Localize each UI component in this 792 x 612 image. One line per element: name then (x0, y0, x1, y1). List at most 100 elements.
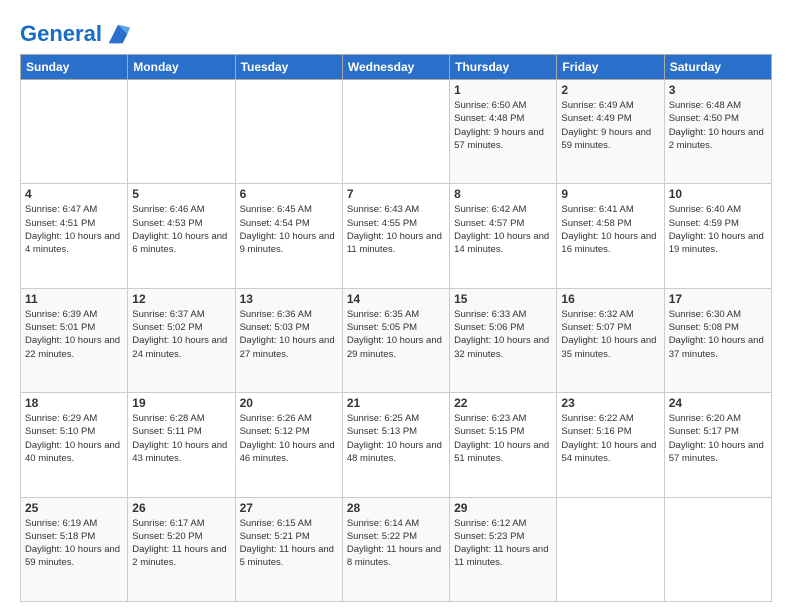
day-info: Sunrise: 6:40 AM Sunset: 4:59 PM Dayligh… (669, 203, 767, 256)
day-info: Sunrise: 6:39 AM Sunset: 5:01 PM Dayligh… (25, 308, 123, 361)
weekday-header-wednesday: Wednesday (342, 55, 449, 80)
day-info: Sunrise: 6:15 AM Sunset: 5:21 PM Dayligh… (240, 517, 338, 570)
day-info: Sunrise: 6:45 AM Sunset: 4:54 PM Dayligh… (240, 203, 338, 256)
day-info: Sunrise: 6:29 AM Sunset: 5:10 PM Dayligh… (25, 412, 123, 465)
calendar-cell: 18Sunrise: 6:29 AM Sunset: 5:10 PM Dayli… (21, 393, 128, 497)
calendar-cell: 6Sunrise: 6:45 AM Sunset: 4:54 PM Daylig… (235, 184, 342, 288)
calendar-cell (664, 497, 771, 601)
day-info: Sunrise: 6:41 AM Sunset: 4:58 PM Dayligh… (561, 203, 659, 256)
weekday-header-row: SundayMondayTuesdayWednesdayThursdayFrid… (21, 55, 772, 80)
logo-icon (104, 20, 132, 48)
calendar-cell: 17 Sunrise: 6:30 AM Sunset: 5:08 PM Dayli… (664, 288, 771, 392)
day-info: Sunrise: 6:25 AM Sunset: 5:13 PM Dayligh… (347, 412, 445, 465)
day-number: 1 (454, 83, 552, 97)
day-number: 7 (347, 187, 445, 201)
calendar-cell: 3 Sunrise: 6:48 AM Sunset: 4:50 PM Daylig… (664, 80, 771, 184)
header: General (20, 16, 772, 44)
day-number: 13 (240, 292, 338, 306)
day-number: 26 (132, 501, 230, 515)
calendar-cell: 24 Sunrise: 6:20 AM Sunset: 5:17 PM Dayli… (664, 393, 771, 497)
day-info: Sunrise: 6:35 AM Sunset: 5:05 PM Dayligh… (347, 308, 445, 361)
calendar-cell: 28Sunrise: 6:14 AM Sunset: 5:22 PM Dayli… (342, 497, 449, 601)
day-info: Sunrise: 6:14 AM Sunset: 5:22 PM Dayligh… (347, 517, 445, 570)
calendar-cell: 15 Sunrise: 6:33 AM Sunset: 5:06 PM Dayli… (450, 288, 557, 392)
day-info: Sunrise: 6:37 AM Sunset: 5:02 PM Dayligh… (132, 308, 230, 361)
day-number: 27 (240, 501, 338, 515)
day-info: Sunrise: 6:12 AM Sunset: 5:23 PM Dayligh… (454, 517, 552, 570)
logo: General (20, 20, 132, 44)
weekday-header-saturday: Saturday (664, 55, 771, 80)
day-info: Sunrise: 6:46 AM Sunset: 4:53 PM Dayligh… (132, 203, 230, 256)
calendar-cell: 23 Sunrise: 6:22 AM Sunset: 5:16 PM Dayli… (557, 393, 664, 497)
calendar-cell: 11 Sunrise: 6:39 AM Sunset: 5:01 PM Dayli… (21, 288, 128, 392)
calendar-cell: 20 Sunrise: 6:26 AM Sunset: 5:12 PM Dayli… (235, 393, 342, 497)
day-number: 25 (25, 501, 123, 515)
calendar-cell: 7 Sunrise: 6:43 AM Sunset: 4:55 PM Daylig… (342, 184, 449, 288)
weekday-header-thursday: Thursday (450, 55, 557, 80)
weekday-header-friday: Friday (557, 55, 664, 80)
calendar-cell (128, 80, 235, 184)
calendar-cell: 4 Sunrise: 6:47 AM Sunset: 4:51 PM Daylig… (21, 184, 128, 288)
calendar-cell: 13 Sunrise: 6:36 AM Sunset: 5:03 PM Dayli… (235, 288, 342, 392)
day-number: 23 (561, 396, 659, 410)
weekday-header-monday: Monday (128, 55, 235, 80)
day-info: Sunrise: 6:50 AM Sunset: 4:48 PM Dayligh… (454, 99, 552, 152)
day-number: 15 (454, 292, 552, 306)
day-number: 5 (132, 187, 230, 201)
calendar-cell: 19 Sunrise: 6:28 AM Sunset: 5:11 PM Dayli… (128, 393, 235, 497)
day-info: Sunrise: 6:43 AM Sunset: 4:55 PM Dayligh… (347, 203, 445, 256)
calendar-week-row: 4 Sunrise: 6:47 AM Sunset: 4:51 PM Daylig… (21, 184, 772, 288)
day-info: Sunrise: 6:17 AM Sunset: 5:20 PM Dayligh… (132, 517, 230, 570)
day-number: 17 (669, 292, 767, 306)
day-number: 11 (25, 292, 123, 306)
calendar-cell: 9 Sunrise: 6:41 AM Sunset: 4:58 PM Daylig… (557, 184, 664, 288)
calendar-cell: 2 Sunrise: 6:49 AM Sunset: 4:49 PM Daylig… (557, 80, 664, 184)
day-number: 29 (454, 501, 552, 515)
day-info: Sunrise: 6:48 AM Sunset: 4:50 PM Dayligh… (669, 99, 767, 152)
calendar-cell: 25 Sunrise: 6:19 AM Sunset: 5:18 PM Dayli… (21, 497, 128, 601)
day-info: Sunrise: 6:33 AM Sunset: 5:06 PM Dayligh… (454, 308, 552, 361)
day-info: Sunrise: 6:20 AM Sunset: 5:17 PM Dayligh… (669, 412, 767, 465)
calendar-cell: 1 Sunrise: 6:50 AM Sunset: 4:48 PM Daylig… (450, 80, 557, 184)
day-info: Sunrise: 6:30 AM Sunset: 5:08 PM Dayligh… (669, 308, 767, 361)
day-info: Sunrise: 6:22 AM Sunset: 5:16 PM Dayligh… (561, 412, 659, 465)
day-number: 24 (669, 396, 767, 410)
day-number: 22 (454, 396, 552, 410)
day-number: 9 (561, 187, 659, 201)
day-info: Sunrise: 6:42 AM Sunset: 4:57 PM Dayligh… (454, 203, 552, 256)
calendar-cell: 22 Sunrise: 6:23 AM Sunset: 5:15 PM Dayli… (450, 393, 557, 497)
calendar-cell: 29 Sunrise: 6:12 AM Sunset: 5:23 PM Dayli… (450, 497, 557, 601)
calendar-cell (557, 497, 664, 601)
day-number: 21 (347, 396, 445, 410)
day-info: Sunrise: 6:28 AM Sunset: 5:11 PM Dayligh… (132, 412, 230, 465)
calendar-page: General SundayMondayTuesdayWednesdayThur… (0, 0, 792, 612)
day-number: 19 (132, 396, 230, 410)
calendar-table: SundayMondayTuesdayWednesdayThursdayFrid… (20, 54, 772, 602)
calendar-week-row: 18Sunrise: 6:29 AM Sunset: 5:10 PM Dayli… (21, 393, 772, 497)
day-info: Sunrise: 6:26 AM Sunset: 5:12 PM Dayligh… (240, 412, 338, 465)
day-info: Sunrise: 6:23 AM Sunset: 5:15 PM Dayligh… (454, 412, 552, 465)
day-number: 3 (669, 83, 767, 97)
day-number: 4 (25, 187, 123, 201)
calendar-cell: 16Sunrise: 6:32 AM Sunset: 5:07 PM Dayli… (557, 288, 664, 392)
day-number: 10 (669, 187, 767, 201)
calendar-week-row: 25 Sunrise: 6:19 AM Sunset: 5:18 PM Dayli… (21, 497, 772, 601)
day-info: Sunrise: 6:19 AM Sunset: 5:18 PM Dayligh… (25, 517, 123, 570)
calendar-cell: 21 Sunrise: 6:25 AM Sunset: 5:13 PM Dayli… (342, 393, 449, 497)
day-number: 20 (240, 396, 338, 410)
day-number: 8 (454, 187, 552, 201)
calendar-cell: 10 Sunrise: 6:40 AM Sunset: 4:59 PM Dayli… (664, 184, 771, 288)
day-number: 14 (347, 292, 445, 306)
calendar-cell: 12Sunrise: 6:37 AM Sunset: 5:02 PM Dayli… (128, 288, 235, 392)
calendar-cell: 8 Sunrise: 6:42 AM Sunset: 4:57 PM Daylig… (450, 184, 557, 288)
day-info: Sunrise: 6:47 AM Sunset: 4:51 PM Dayligh… (25, 203, 123, 256)
weekday-header-tuesday: Tuesday (235, 55, 342, 80)
calendar-cell: 26 Sunrise: 6:17 AM Sunset: 5:20 PM Dayli… (128, 497, 235, 601)
calendar-cell (235, 80, 342, 184)
day-number: 2 (561, 83, 659, 97)
calendar-cell: 14 Sunrise: 6:35 AM Sunset: 5:05 PM Dayli… (342, 288, 449, 392)
calendar-week-row: 11 Sunrise: 6:39 AM Sunset: 5:01 PM Dayli… (21, 288, 772, 392)
day-info: Sunrise: 6:36 AM Sunset: 5:03 PM Dayligh… (240, 308, 338, 361)
calendar-week-row: 1 Sunrise: 6:50 AM Sunset: 4:48 PM Daylig… (21, 80, 772, 184)
day-info: Sunrise: 6:49 AM Sunset: 4:49 PM Dayligh… (561, 99, 659, 152)
